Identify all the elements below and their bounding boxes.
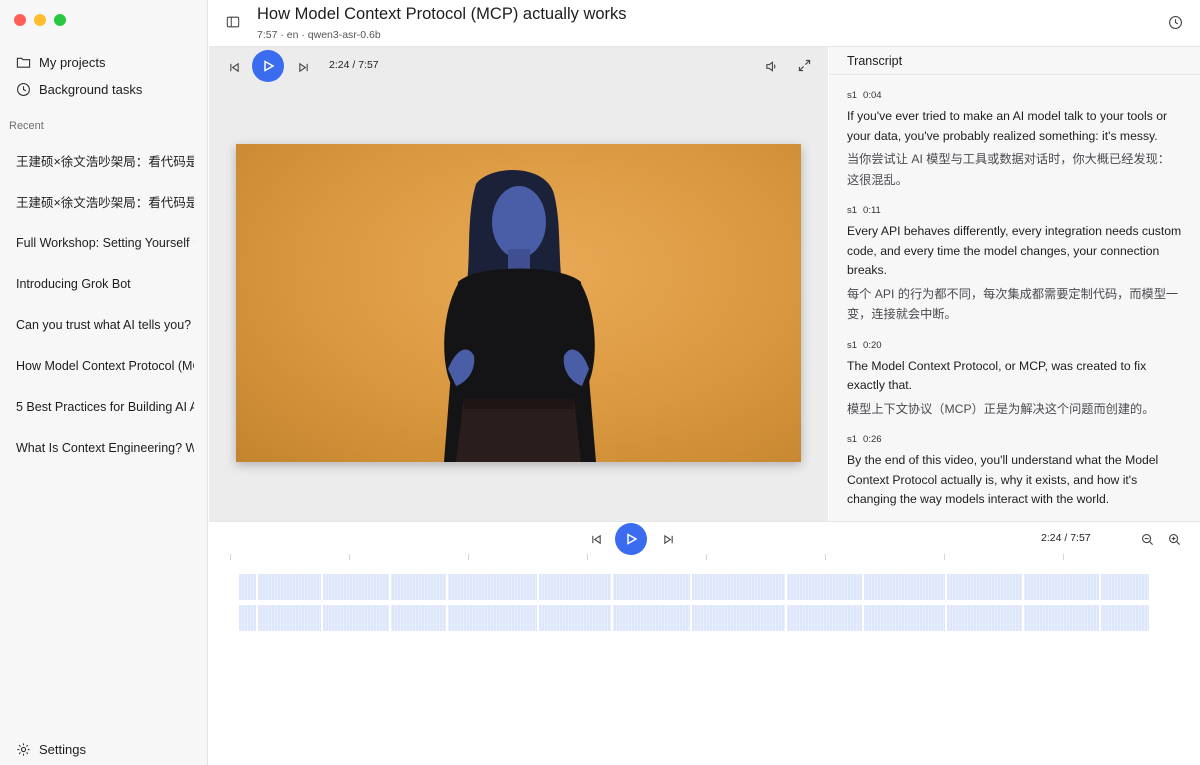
playback-time: 2:24 / 7:57 [329,59,379,71]
zoom-out-button[interactable] [1139,531,1155,547]
nav-label: My projects [39,55,106,70]
recent-item[interactable]: 王建硕×徐文浩吵架局：看代码是 [0,140,208,181]
window-controls [14,14,66,26]
sidebar-toggle-icon[interactable] [226,15,240,29]
gear-icon [17,743,30,756]
expand-icon [798,59,810,71]
transcript-title: Transcript [829,47,1200,75]
close-window-button[interactable] [14,14,26,26]
zoom-in-icon [1168,533,1180,545]
segment-time[interactable]: 0:20 [863,340,882,351]
minimize-window-button[interactable] [34,14,46,26]
recent-item[interactable]: How Model Context Protocol (MC [0,345,208,386]
page-title: How Model Context Protocol (MCP) actuall… [257,5,627,23]
video-meta: 7:57 · en · qwen3-asr-0.6b [257,29,381,41]
timeline-skip-forward-button[interactable] [661,532,675,546]
timeline-time: 2:24 / 7:57 [1041,532,1091,544]
speaker-label: s1 [847,205,858,216]
segment-time[interactable]: 0:26 [863,434,882,445]
recent-item[interactable]: What Is Context Engineering? W [0,427,208,468]
video-panel: 2:24 / 7:57 [209,47,828,521]
speaker-label: s1 [847,434,858,445]
segment-text: Every API behaves differently, every int… [847,224,1182,277]
skip-forward-icon [298,62,308,72]
settings-button[interactable]: Settings [16,742,86,757]
timeline-skip-back-button[interactable] [589,532,603,546]
history-icon[interactable] [1168,15,1183,30]
play-button[interactable] [252,50,284,82]
segment-time[interactable]: 0:04 [863,90,882,101]
video-frame[interactable] [236,144,801,462]
transcript-panel: Transcript s1 0:04 If you've ever tried t… [829,47,1200,521]
presenter-image [444,170,596,462]
sidebar: My projects Background tasks Recent 王建硕×… [0,0,208,765]
waveform-channel-1[interactable] [239,574,1149,600]
segment-translation: 模型上下文协议（MCP）正是为解决这个问题而创建的。 [847,401,1155,416]
segment-text: The Model Context Protocol, or MCP, was … [847,358,1147,393]
zoom-in-button[interactable] [1166,531,1182,547]
header: How Model Context Protocol (MCP) actuall… [209,0,1200,47]
segment-translation: 每个 API 的行为都不同，每次集成都需要定制代码，而模型一变，连接就会中断。 [847,286,1179,322]
segment-text: By the end of this video, you'll underst… [847,453,1159,506]
fullscreen-button[interactable] [796,57,812,73]
recent-item[interactable]: Full Workshop: Setting Yourself U [0,222,208,263]
speaker-label: s1 [847,339,858,351]
zoom-out-icon [1141,533,1153,545]
skip-back-button[interactable] [227,60,241,74]
volume-button[interactable] [763,58,779,74]
transcript-segment[interactable]: s1 0:26 By the end of this video, you'll … [829,434,1200,510]
zoom-window-button[interactable] [54,14,66,26]
skip-back-icon [591,534,601,544]
timeline-panel: 2:24 / 7:57 [209,521,1200,765]
folder-icon [16,57,31,68]
recent-item[interactable]: 王建硕×徐文浩吵架局：看代码是 [0,181,208,222]
recent-item[interactable]: Introducing Grok Bot [0,263,208,304]
segment-translation: 当你尝试让 AI 模型与工具或数据对话时，你大概已经发现：这很混乱。 [847,152,1170,187]
transcript-segment[interactable]: s1 0:20 The Model Context Protocol, or MC… [829,340,1200,420]
skip-back-icon [229,62,239,72]
nav-my-projects[interactable]: My projects [16,55,105,70]
settings-label: Settings [39,742,86,757]
play-icon [264,60,275,72]
play-icon [627,533,638,545]
nav-background-tasks[interactable]: Background tasks [16,82,142,97]
segment-time[interactable]: 0:11 [863,205,881,216]
recent-item[interactable]: Can you trust what AI tells you? [0,304,208,345]
volume-icon [765,60,775,72]
nav-label: Background tasks [39,82,143,97]
skip-forward-icon [663,534,673,544]
transcript-segment[interactable]: s1 0:11 Every API behaves differently, ev… [829,205,1200,325]
waveform-channel-2[interactable] [239,605,1149,631]
segment-text: If you've ever tried to make an AI model… [847,109,1168,143]
recent-heading: Recent [9,120,44,132]
transcript-segment[interactable]: s1 0:04 If you've ever tried to make an A… [829,90,1200,190]
recent-list: 王建硕×徐文浩吵架局：看代码是 王建硕×徐文浩吵架局：看代码是 Full Wor… [0,140,208,468]
clock-icon [17,83,30,96]
timeline-ruler[interactable] [230,554,1150,562]
skip-forward-button[interactable] [296,60,310,74]
timeline-play-button[interactable] [615,523,647,555]
recent-item[interactable]: 5 Best Practices for Building AI A [0,386,208,427]
speaker-label: s1 [847,90,858,101]
